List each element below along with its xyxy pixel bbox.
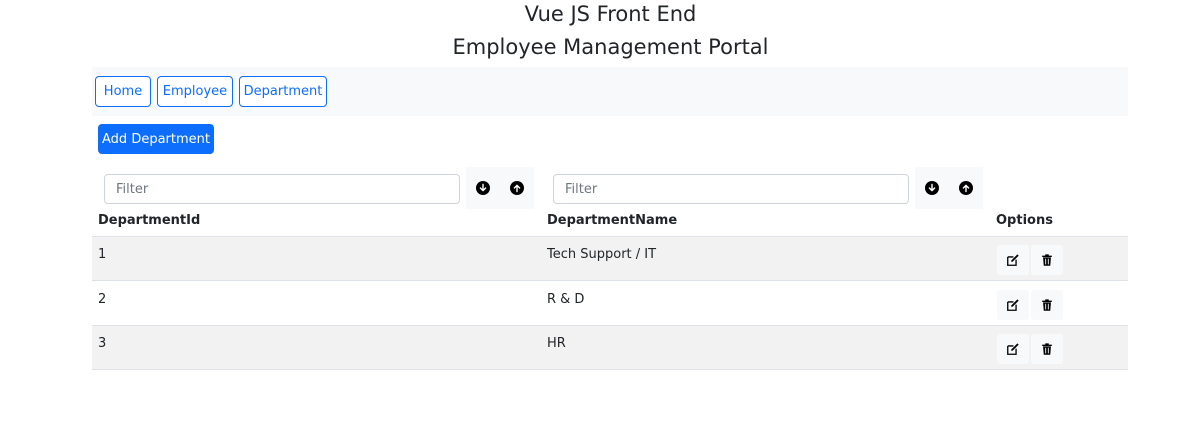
department-name-filter-input[interactable] xyxy=(553,174,909,204)
delete-button[interactable] xyxy=(1031,245,1063,275)
arrow-up-circle-icon xyxy=(959,181,973,195)
sort-id-asc-button[interactable] xyxy=(500,167,534,209)
department-id-cell: 2 xyxy=(98,292,107,307)
app-title: Vue JS Front End xyxy=(524,2,697,26)
nav-home-button[interactable]: Home xyxy=(95,76,151,107)
sort-id-desc-button[interactable] xyxy=(466,167,500,209)
nav-department-button[interactable]: Department xyxy=(239,76,327,107)
department-name-cell: Tech Support / IT xyxy=(547,247,657,262)
department-id-cell: 1 xyxy=(98,247,107,262)
table-row: 2 R & D xyxy=(92,280,1128,325)
column-header-options: Options xyxy=(996,213,1053,228)
delete-button[interactable] xyxy=(1031,334,1063,364)
pencil-square-icon xyxy=(1007,299,1019,311)
pencil-square-icon xyxy=(1007,343,1019,355)
arrow-down-circle-icon xyxy=(476,181,490,195)
pencil-square-icon xyxy=(1007,254,1019,266)
sort-name-desc-button[interactable] xyxy=(915,167,949,209)
department-name-cell: R & D xyxy=(547,292,585,307)
trash-icon xyxy=(1042,299,1052,311)
edit-button[interactable] xyxy=(997,290,1029,320)
navbar: Home Employee Department xyxy=(92,67,1128,116)
add-department-button[interactable]: Add Department xyxy=(98,124,214,154)
column-header-department-id: DepartmentId xyxy=(98,213,201,228)
arrow-up-circle-icon xyxy=(510,181,524,195)
column-header-department-name: DepartmentName xyxy=(547,213,678,228)
department-name-cell: HR xyxy=(547,336,566,351)
nav-employee-button[interactable]: Employee xyxy=(157,76,233,107)
department-id-cell: 3 xyxy=(98,336,107,351)
delete-button[interactable] xyxy=(1031,290,1063,320)
department-id-filter-input[interactable] xyxy=(104,174,460,204)
page-title: Employee Management Portal xyxy=(452,35,769,59)
table-row: 1 Tech Support / IT xyxy=(92,236,1128,280)
edit-button[interactable] xyxy=(997,334,1029,364)
arrow-down-circle-icon xyxy=(925,181,939,195)
trash-icon xyxy=(1042,254,1052,266)
trash-icon xyxy=(1042,343,1052,355)
sort-name-asc-button[interactable] xyxy=(949,167,983,209)
edit-button[interactable] xyxy=(997,245,1029,275)
table-row: 3 HR xyxy=(92,325,1128,370)
